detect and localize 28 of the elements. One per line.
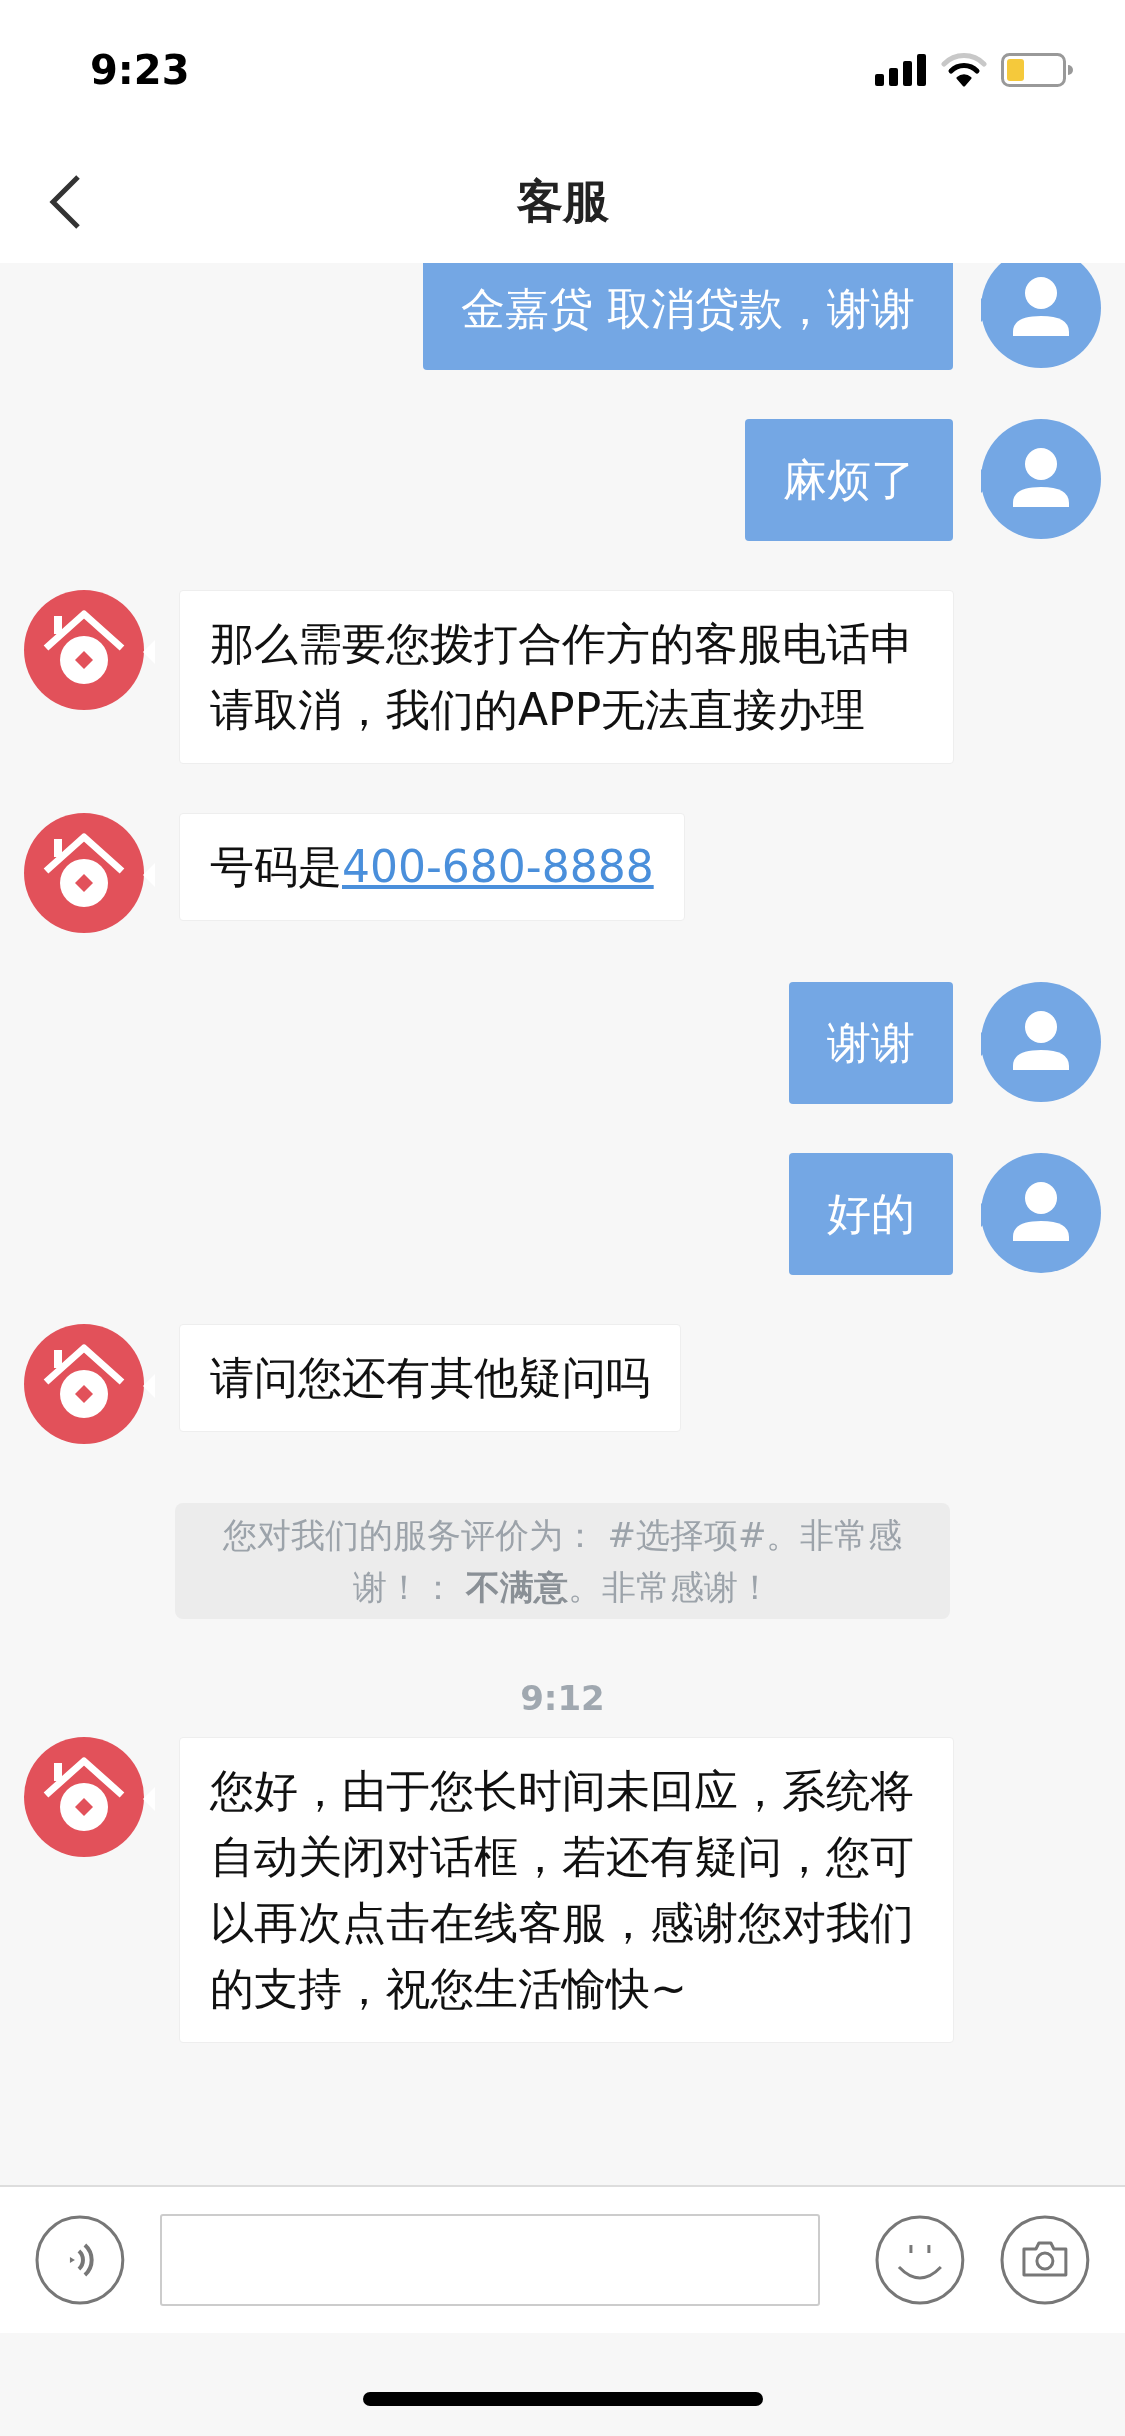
wifi-icon [941, 53, 987, 87]
user-avatar-icon [981, 982, 1101, 1102]
phone-link[interactable]: 400-680-8888 [342, 841, 654, 892]
signal-icon [875, 54, 927, 86]
message-bubble: 金嘉贷 取消贷款，谢谢 [423, 263, 953, 370]
house-avatar-icon [24, 590, 144, 710]
back-icon[interactable] [48, 174, 82, 230]
emoji-icon[interactable] [875, 2215, 966, 2305]
user-avatar-icon [981, 1153, 1101, 1273]
camera-icon[interactable] [1000, 2215, 1090, 2305]
header-title: 客服 [516, 172, 609, 230]
voice-icon[interactable] [35, 2215, 125, 2305]
message-bubble: 麻烦了 [745, 419, 953, 541]
message-input-field[interactable] [159, 2214, 821, 2306]
user-avatar-icon [981, 419, 1101, 539]
message-bubble: 谢谢 [789, 982, 953, 1104]
message-bubble: 您好，由于您长时间未回应，系统将自动关闭对话框，若还有疑问，您可以再次点击在线客服，感谢您对我们的支持，祝您生活愉快~ [179, 1737, 954, 2043]
message-bubble: 那么需要您拨打合作方的客服电话申请取消，我们的APP无法直接办理 [179, 590, 954, 764]
house-avatar-icon [24, 813, 144, 933]
message-bubble: 号码是400-680-8888 [179, 813, 685, 921]
message-bubble: 好的 [789, 1153, 953, 1275]
timestamp: 9:12 [520, 1678, 605, 1718]
house-avatar-icon [24, 1324, 144, 1444]
status-time: 9:23 [90, 47, 190, 93]
battery-icon [1001, 53, 1073, 87]
house-avatar-icon [24, 1737, 144, 1857]
rating-notice: 您对我们的服务评价为： #选择项#。非常感谢！： 不满意。非常感谢！ [175, 1503, 950, 1619]
message-bubble: 请问您还有其他疑问吗 [179, 1324, 681, 1432]
